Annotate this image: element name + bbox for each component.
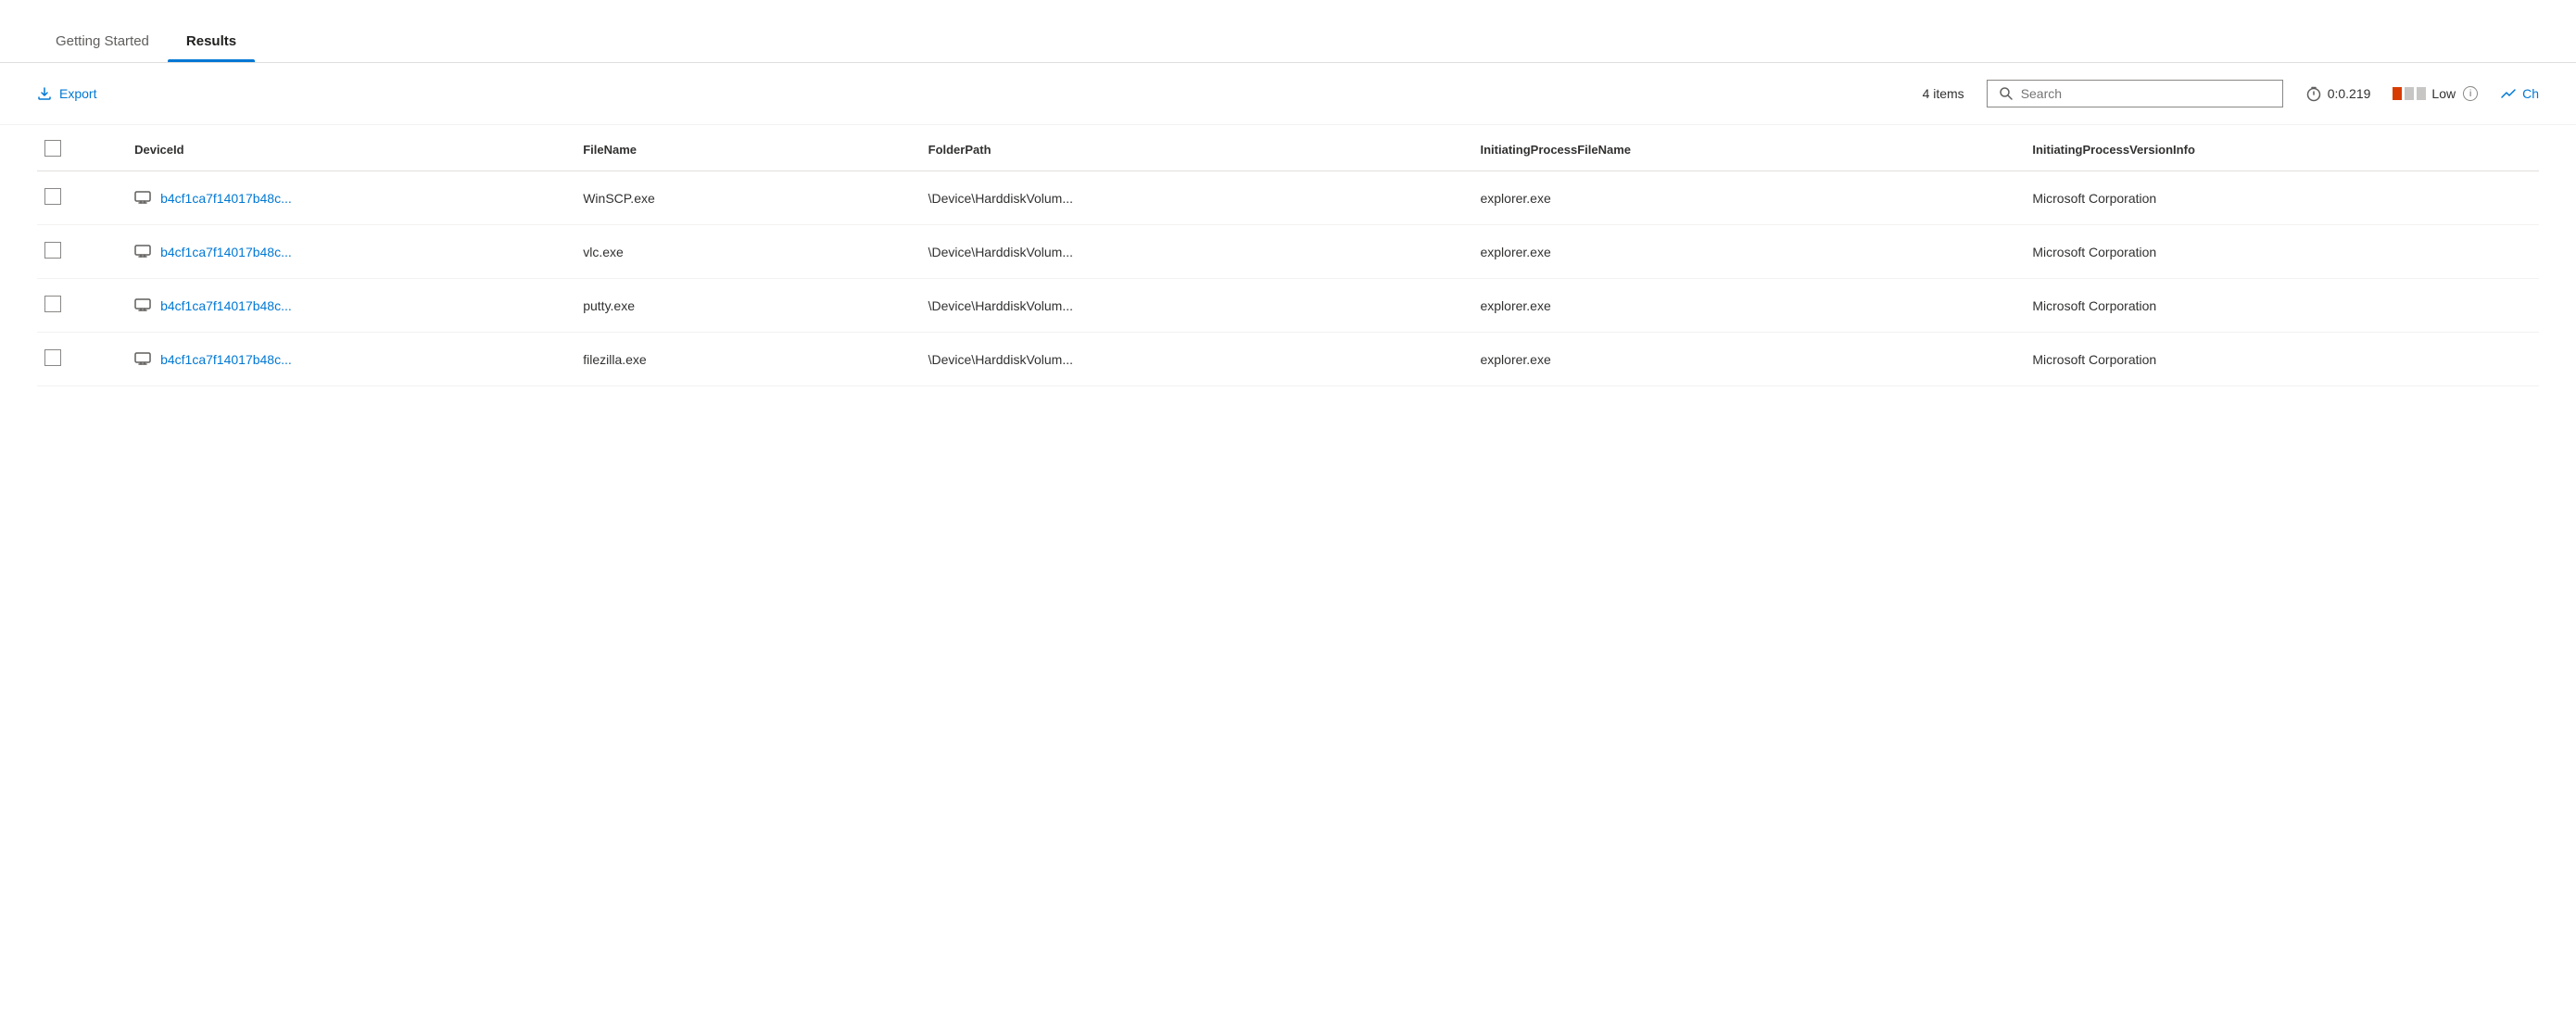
timer-icon — [2305, 85, 2322, 102]
row-folderpath-2: \Device\HarddiskVolum... — [917, 279, 1470, 333]
row-initiatingprocess-0: explorer.exe — [1469, 171, 2021, 225]
device-icon — [134, 298, 151, 313]
severity-bar-1 — [2393, 87, 2402, 100]
row-deviceid-0: b4cf1ca7f14017b48c... — [123, 171, 572, 225]
table-container: DeviceId FileName FolderPath InitiatingP… — [0, 125, 2576, 386]
search-input[interactable] — [2021, 86, 2271, 101]
toolbar: Export 4 items 0:0.219 — [0, 63, 2576, 125]
info-icon[interactable]: i — [2463, 86, 2478, 101]
tab-bar: Getting Started Results — [0, 0, 2576, 63]
device-link-3[interactable]: b4cf1ca7f14017b48c... — [160, 352, 292, 367]
row-folderpath-3: \Device\HarddiskVolum... — [917, 333, 1470, 386]
header-filename[interactable]: FileName — [572, 125, 916, 171]
device-icon — [134, 352, 151, 367]
row-checkbox-0[interactable] — [44, 188, 61, 205]
select-all-checkbox[interactable] — [44, 140, 61, 157]
search-icon — [1999, 86, 2014, 101]
row-filename-2: putty.exe — [572, 279, 916, 333]
row-filename-1: vlc.exe — [572, 225, 916, 279]
row-deviceid-3: b4cf1ca7f14017b48c... — [123, 333, 572, 386]
row-versioninfo-3: Microsoft Corporation — [2021, 333, 2539, 386]
table-row: b4cf1ca7f14017b48c... filezilla.exe \Dev… — [37, 333, 2539, 386]
export-icon — [37, 86, 52, 101]
app-container: Getting Started Results Export 4 items — [0, 0, 2576, 1010]
row-checkbox-1[interactable] — [44, 242, 61, 259]
row-checkbox-cell — [37, 279, 123, 333]
device-link-1[interactable]: b4cf1ca7f14017b48c... — [160, 245, 292, 259]
header-initiatingprocessversioninfo[interactable]: InitiatingProcessVersionInfo — [2021, 125, 2539, 171]
row-initiatingprocess-3: explorer.exe — [1469, 333, 2021, 386]
search-box[interactable] — [1987, 80, 2283, 107]
row-deviceid-1: b4cf1ca7f14017b48c... — [123, 225, 572, 279]
device-link-0[interactable]: b4cf1ca7f14017b48c... — [160, 191, 292, 206]
timer-info: 0:0.219 — [2305, 85, 2371, 102]
table-row: b4cf1ca7f14017b48c... WinSCP.exe \Device… — [37, 171, 2539, 225]
table-header-row: DeviceId FileName FolderPath InitiatingP… — [37, 125, 2539, 171]
header-checkbox-cell — [37, 125, 123, 171]
severity-bar-3 — [2417, 87, 2426, 100]
row-filename-0: WinSCP.exe — [572, 171, 916, 225]
severity-bar-2 — [2405, 87, 2414, 100]
row-initiatingprocess-1: explorer.exe — [1469, 225, 2021, 279]
export-button[interactable]: Export — [37, 86, 96, 101]
results-table: DeviceId FileName FolderPath InitiatingP… — [37, 125, 2539, 386]
row-checkbox-cell — [37, 333, 123, 386]
row-folderpath-0: \Device\HarddiskVolum... — [917, 171, 1470, 225]
severity-indicator: Low i — [2393, 86, 2478, 101]
header-initiatingprocessfilename[interactable]: InitiatingProcessFileName — [1469, 125, 2021, 171]
row-versioninfo-1: Microsoft Corporation — [2021, 225, 2539, 279]
chart-icon — [2500, 85, 2517, 102]
tab-getting-started[interactable]: Getting Started — [37, 22, 168, 62]
chart-button[interactable]: Ch — [2500, 85, 2539, 102]
items-count: 4 items — [1923, 86, 1964, 101]
header-deviceid[interactable]: DeviceId — [123, 125, 572, 171]
row-versioninfo-2: Microsoft Corporation — [2021, 279, 2539, 333]
row-checkbox-cell — [37, 171, 123, 225]
table-row: b4cf1ca7f14017b48c... putty.exe \Device\… — [37, 279, 2539, 333]
row-versioninfo-0: Microsoft Corporation — [2021, 171, 2539, 225]
row-initiatingprocess-2: explorer.exe — [1469, 279, 2021, 333]
tab-results[interactable]: Results — [168, 22, 255, 62]
row-deviceid-2: b4cf1ca7f14017b48c... — [123, 279, 572, 333]
row-checkbox-3[interactable] — [44, 349, 61, 366]
device-icon — [134, 245, 151, 259]
severity-bars — [2393, 87, 2426, 100]
device-icon — [134, 191, 151, 206]
row-folderpath-1: \Device\HarddiskVolum... — [917, 225, 1470, 279]
table-row: b4cf1ca7f14017b48c... vlc.exe \Device\Ha… — [37, 225, 2539, 279]
row-checkbox-2[interactable] — [44, 296, 61, 312]
row-filename-3: filezilla.exe — [572, 333, 916, 386]
device-link-2[interactable]: b4cf1ca7f14017b48c... — [160, 298, 292, 313]
severity-label: Low — [2431, 86, 2456, 101]
row-checkbox-cell — [37, 225, 123, 279]
header-folderpath[interactable]: FolderPath — [917, 125, 1470, 171]
